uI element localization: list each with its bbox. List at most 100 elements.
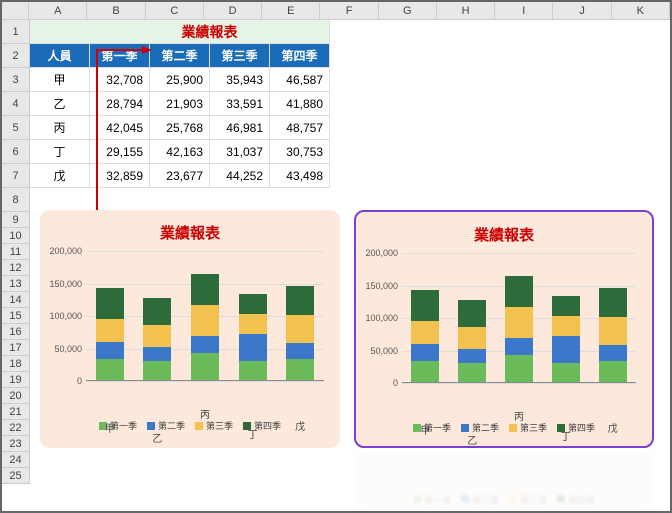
y-tick-label: 150,000	[49, 279, 82, 289]
table-header[interactable]: 第二季	[150, 44, 210, 68]
row-header-1[interactable]: 1	[2, 20, 30, 44]
col-header-C[interactable]: C	[146, 2, 204, 19]
data-cell[interactable]: 42,045	[90, 116, 150, 140]
y-tick-label: 200,000	[365, 248, 398, 258]
table-row: 乙28,79421,90333,59141,880	[30, 92, 330, 116]
col-header-G[interactable]: G	[379, 2, 437, 19]
col-header-J[interactable]: J	[553, 2, 611, 19]
row-header-13[interactable]: 13	[2, 276, 30, 292]
row-header-5[interactable]: 5	[2, 116, 30, 140]
data-cell[interactable]: 21,903	[150, 92, 210, 116]
col-header-A[interactable]: A	[29, 2, 87, 19]
y-tick-label: 0	[393, 378, 398, 388]
title-cell[interactable]: 業績報表	[30, 20, 330, 44]
chart-left[interactable]: 業績報表 050,000100,000150,000200,000 甲乙丙丁戊 …	[40, 210, 340, 448]
data-cell[interactable]: 33,591	[210, 92, 270, 116]
legend-item: 第三季	[195, 419, 233, 432]
table-header[interactable]: 第一季	[90, 44, 150, 68]
table-row: 甲32,70825,90035,94346,587	[30, 68, 330, 92]
name-cell[interactable]: 乙	[30, 92, 90, 116]
row-header-15[interactable]: 15	[2, 308, 30, 324]
row-header-12[interactable]: 12	[2, 260, 30, 276]
bar-丁: 丁	[239, 294, 267, 380]
row-header-11[interactable]: 11	[2, 244, 30, 260]
x-tick-label: 丁	[552, 428, 580, 443]
row-header-10[interactable]: 10	[2, 228, 30, 244]
data-cell[interactable]: 35,943	[210, 68, 270, 92]
bar-丁: 丁	[552, 296, 580, 382]
row-header-14[interactable]: 14	[2, 292, 30, 308]
row-header-19[interactable]: 19	[2, 372, 30, 388]
row-header-23[interactable]: 23	[2, 436, 30, 452]
x-tick-label: 丙	[191, 406, 219, 421]
data-cell[interactable]: 41,880	[270, 92, 330, 116]
col-header-B[interactable]: B	[87, 2, 145, 19]
row-header-21[interactable]: 21	[2, 404, 30, 420]
row-header-16[interactable]: 16	[2, 324, 30, 340]
y-tick-label: 0	[77, 376, 82, 386]
row-header-9[interactable]: 9	[2, 212, 30, 228]
data-cell[interactable]: 46,981	[210, 116, 270, 140]
data-cell[interactable]: 44,252	[210, 164, 270, 188]
column-headers: ABCDEFGHIJK	[2, 2, 670, 20]
bar-丙: 丙	[505, 276, 533, 382]
row-header-18[interactable]: 18	[2, 356, 30, 372]
row-header-4[interactable]: 4	[2, 92, 30, 116]
row-header-7[interactable]: 7	[2, 164, 30, 188]
y-tick-label: 100,000	[365, 313, 398, 323]
x-tick-label: 戊	[286, 418, 314, 433]
row-header-8[interactable]: 8	[2, 188, 30, 212]
row-header-24[interactable]: 24	[2, 452, 30, 468]
data-cell[interactable]: 25,900	[150, 68, 210, 92]
data-cell[interactable]: 23,677	[150, 164, 210, 188]
col-header-E[interactable]: E	[262, 2, 320, 19]
x-tick-label: 甲	[411, 422, 439, 437]
row-header-2[interactable]: 2	[2, 44, 30, 68]
chart-title: 業績報表	[364, 220, 644, 253]
data-cell[interactable]: 42,163	[150, 140, 210, 164]
y-tick-label: 100,000	[49, 311, 82, 321]
name-cell[interactable]: 丁	[30, 140, 90, 164]
data-cell[interactable]: 48,757	[270, 116, 330, 140]
y-tick-label: 50,000	[370, 346, 398, 356]
table-header[interactable]: 人員	[30, 44, 90, 68]
chart-right[interactable]: 業績報表 050,000100,000150,000200,000 甲乙丙丁戊 …	[354, 210, 654, 448]
col-header-D[interactable]: D	[204, 2, 262, 19]
row-header-20[interactable]: 20	[2, 388, 30, 404]
chart-plot-area: 050,000100,000150,000200,000 甲乙丙丁戊	[364, 253, 644, 403]
row-header-17[interactable]: 17	[2, 340, 30, 356]
col-header-K[interactable]: K	[612, 2, 670, 19]
name-cell[interactable]: 丙	[30, 116, 90, 140]
name-cell[interactable]: 戊	[30, 164, 90, 188]
data-cell[interactable]: 46,587	[270, 68, 330, 92]
data-cell[interactable]: 28,794	[90, 92, 150, 116]
row-header-6[interactable]: 6	[2, 140, 30, 164]
x-tick-label: 戊	[599, 420, 627, 435]
table-header[interactable]: 第三季	[210, 44, 270, 68]
data-cell[interactable]: 32,859	[90, 164, 150, 188]
chart-plot-area: 050,000100,000150,000200,000 甲乙丙丁戊	[48, 251, 332, 401]
x-tick-label: 甲	[96, 420, 124, 435]
table-row: 戊32,85923,67744,25243,498	[30, 164, 330, 188]
row-header-3[interactable]: 3	[2, 68, 30, 92]
x-tick-label: 丁	[239, 426, 267, 441]
spreadsheet: ABCDEFGHIJK 1234567891011121314151617181…	[2, 2, 670, 511]
data-cell[interactable]: 30,753	[270, 140, 330, 164]
row-header-25[interactable]: 25	[2, 468, 30, 484]
data-cell[interactable]: 32,708	[90, 68, 150, 92]
col-header-F[interactable]: F	[320, 2, 378, 19]
data-cell[interactable]: 43,498	[270, 164, 330, 188]
name-cell[interactable]: 甲	[30, 68, 90, 92]
row-header-22[interactable]: 22	[2, 420, 30, 436]
data-cell[interactable]: 31,037	[210, 140, 270, 164]
data-cell[interactable]: 29,155	[90, 140, 150, 164]
col-header-I[interactable]: I	[495, 2, 553, 19]
corner-cell[interactable]	[2, 2, 29, 19]
chart-reflection: 第一季 第二季 第三季 第四季	[354, 450, 654, 510]
y-tick-label: 150,000	[365, 281, 398, 291]
table-header[interactable]: 第四季	[270, 44, 330, 68]
data-cell[interactable]: 25,768	[150, 116, 210, 140]
col-header-H[interactable]: H	[437, 2, 495, 19]
bar-甲: 甲	[411, 290, 439, 382]
bar-乙: 乙	[143, 298, 171, 380]
